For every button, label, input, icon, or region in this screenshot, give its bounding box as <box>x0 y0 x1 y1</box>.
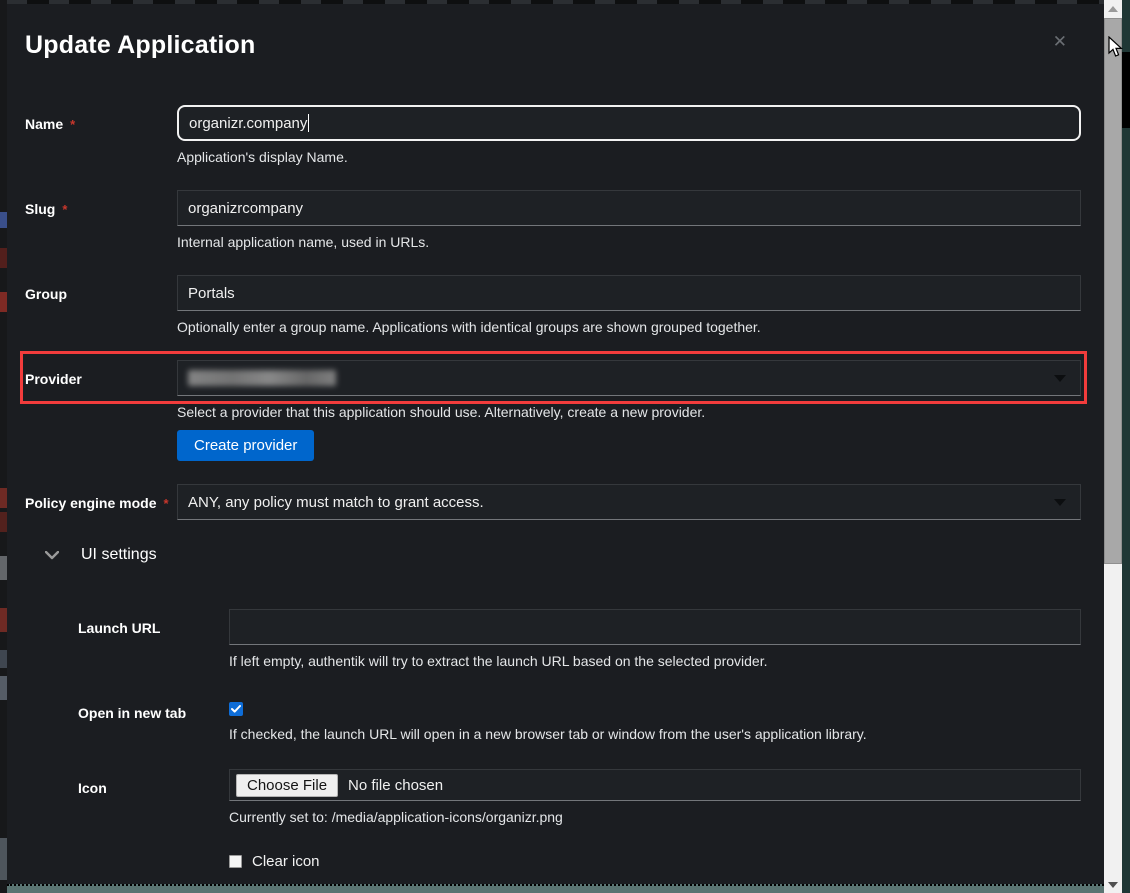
scroll-down-icon <box>1108 882 1118 888</box>
window-edge-notch <box>1122 52 1130 128</box>
provider-field-row: Provider Select a provider that this app… <box>25 360 1081 461</box>
clear-icon-label: Clear icon <box>252 853 320 870</box>
required-marker: * <box>163 496 168 511</box>
clear-icon-row: Clear icon <box>78 853 1081 870</box>
background-page-fragment <box>0 608 7 632</box>
background-page-fragment <box>0 488 7 508</box>
policy-engine-mode-select[interactable]: ANY, any policy must match to grant acce… <box>177 484 1081 520</box>
ui-settings-title: UI settings <box>81 546 157 564</box>
group-input[interactable]: Portals <box>177 275 1081 311</box>
select-caret-icon <box>1054 375 1066 382</box>
launch-url-help-text: If left empty, authentik will try to ext… <box>229 651 1081 671</box>
slug-field-row: Slug* organizrcompany Internal applicati… <box>25 190 1081 252</box>
scrollbar-thumb[interactable] <box>1104 18 1122 564</box>
choose-file-button[interactable]: Choose File <box>236 774 338 797</box>
chevron-down-icon <box>45 551 59 560</box>
name-help-text: Application's display Name. <box>177 147 1081 167</box>
name-label: Name* <box>25 105 177 167</box>
launch-url-input[interactable] <box>229 609 1081 645</box>
file-chosen-status: No file chosen <box>348 777 443 794</box>
group-label: Group <box>25 275 177 337</box>
icon-field-row: Icon Choose File No file chosen Currentl… <box>78 769 1081 827</box>
required-marker: * <box>70 117 75 132</box>
update-application-modal: Update Application ✕ Name* organizr.comp… <box>7 4 1104 884</box>
icon-file-input[interactable]: Choose File No file chosen <box>229 769 1081 801</box>
background-page-fragment <box>0 512 7 532</box>
group-field-row: Group Portals Optionally enter a group n… <box>25 275 1081 337</box>
background-page-fragment <box>0 556 7 580</box>
page-bottom-bar <box>7 884 1104 893</box>
icon-help-text: Currently set to: /media/application-ico… <box>229 807 1081 827</box>
close-icon[interactable]: ✕ <box>1053 32 1067 52</box>
scrollbar-up-button[interactable] <box>1104 0 1122 17</box>
scrollbar[interactable] <box>1104 0 1122 893</box>
checkmark-icon <box>231 705 241 713</box>
scrollbar-down-button[interactable] <box>1104 876 1122 893</box>
ui-settings-header[interactable]: UI settings <box>45 543 1081 567</box>
background-page-fragment <box>0 292 7 312</box>
provider-label: Provider <box>25 360 177 461</box>
select-caret-icon <box>1054 499 1066 506</box>
provider-redacted-value <box>188 370 336 386</box>
open-in-new-tab-label: Open in new tab <box>78 694 229 744</box>
slug-help-text: Internal application name, used in URLs. <box>177 232 1081 252</box>
launch-url-label: Launch URL <box>78 609 229 671</box>
slug-input[interactable]: organizrcompany <box>177 190 1081 226</box>
name-field-row: Name* organizr.company Application's dis… <box>25 105 1081 167</box>
text-caret <box>308 114 309 132</box>
slug-label: Slug* <box>25 190 177 252</box>
background-page-fragment <box>0 248 7 268</box>
background-page-fragment <box>0 676 7 700</box>
name-input[interactable]: organizr.company <box>177 105 1081 141</box>
required-marker: * <box>62 202 67 217</box>
open-in-new-tab-row: Open in new tab If checked, the launch U… <box>78 694 1081 744</box>
open-in-new-tab-checkbox[interactable] <box>229 702 243 716</box>
group-help-text: Optionally enter a group name. Applicati… <box>177 317 1081 337</box>
policy-engine-mode-row: Policy engine mode* ANY, any policy must… <box>25 484 1081 520</box>
provider-select[interactable] <box>177 360 1081 396</box>
scroll-up-icon <box>1108 6 1118 12</box>
clear-icon-checkbox[interactable] <box>229 855 242 868</box>
background-page-fragment <box>0 650 7 668</box>
create-provider-button[interactable]: Create provider <box>177 430 314 461</box>
modal-header: Update Application ✕ <box>25 28 1081 62</box>
background-page-fragment <box>0 838 7 880</box>
provider-help-text: Select a provider that this application … <box>177 402 1081 422</box>
open-in-new-tab-help-text: If checked, the launch URL will open in … <box>229 724 1081 744</box>
launch-url-row: Launch URL If left empty, authentik will… <box>78 609 1081 671</box>
application-form: Name* organizr.company Application's dis… <box>25 105 1081 870</box>
modal-title: Update Application <box>25 28 255 62</box>
background-page-edge <box>0 0 7 893</box>
background-page-fragment <box>0 212 7 228</box>
window-right-edge <box>1122 0 1130 893</box>
icon-label: Icon <box>78 769 229 827</box>
ui-settings-body: Launch URL If left empty, authentik will… <box>25 609 1081 870</box>
policy-engine-mode-label: Policy engine mode* <box>25 484 177 520</box>
mouse-cursor <box>1108 36 1123 63</box>
